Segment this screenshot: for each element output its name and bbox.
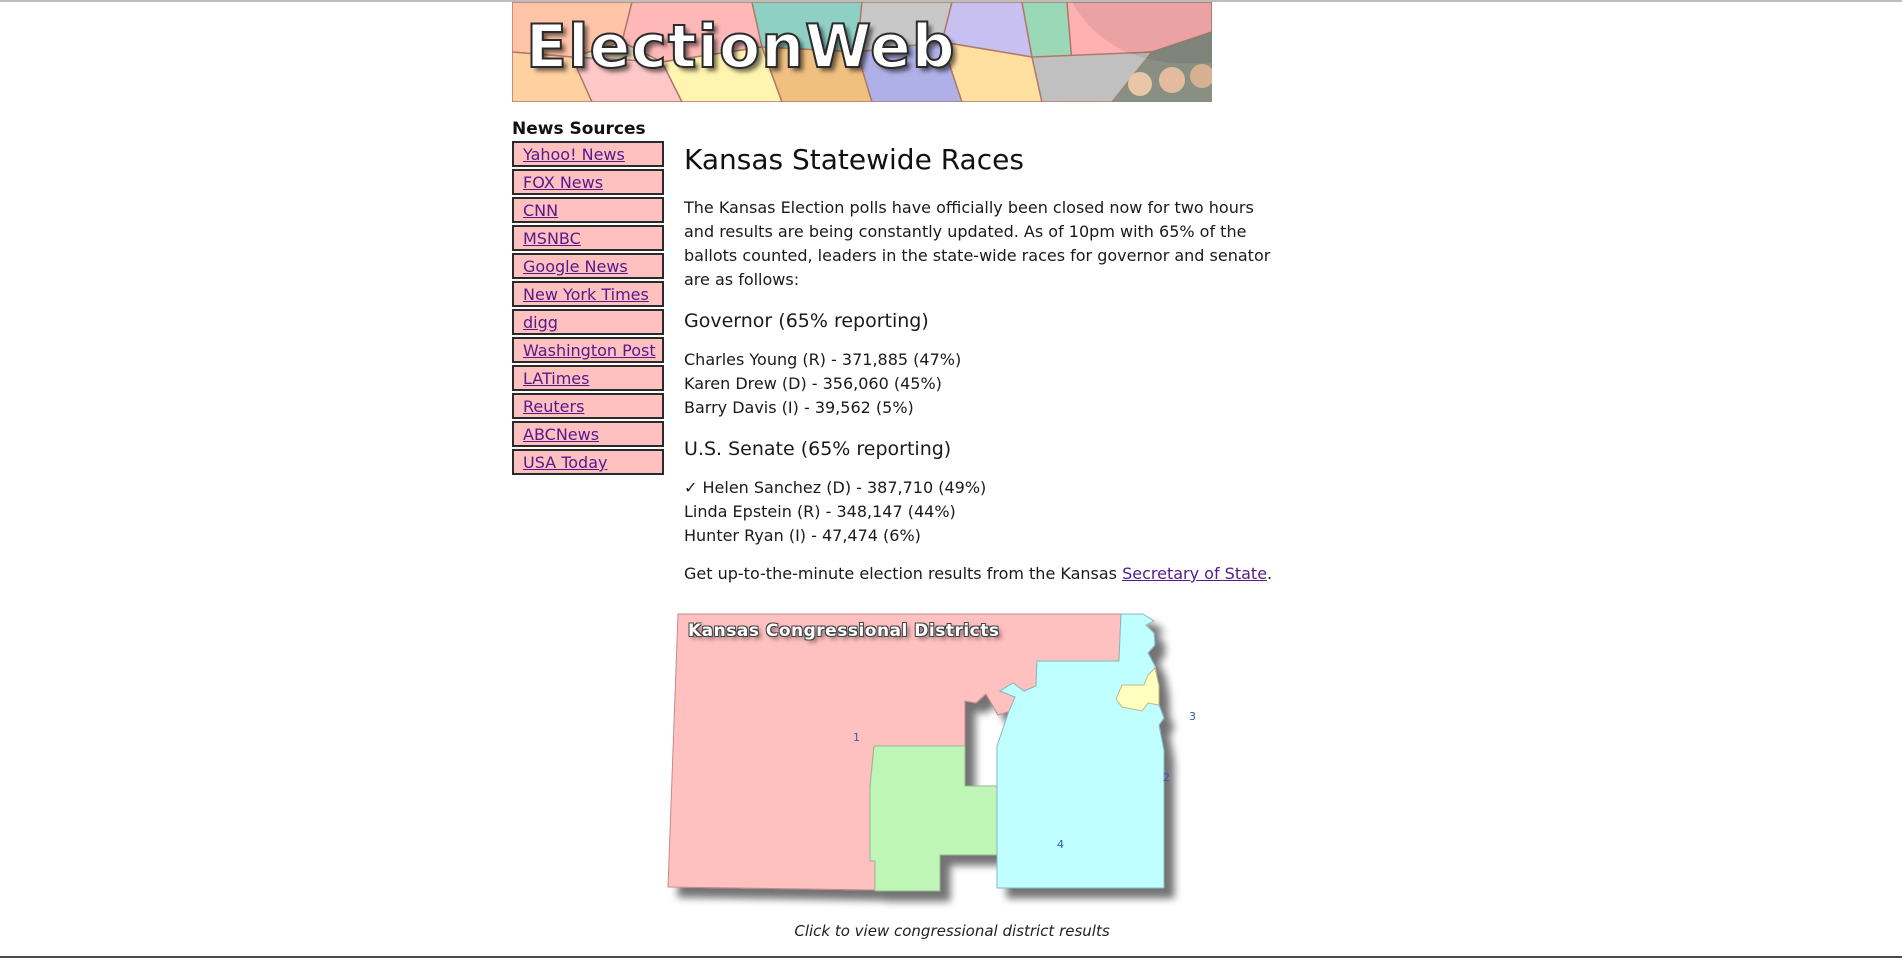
map-title: Kansas Congressional Districts bbox=[688, 621, 1000, 641]
main-content: Kansas Statewide Races The Kansas Electi… bbox=[684, 140, 1304, 586]
news-link-abcnews[interactable]: ABCNews bbox=[523, 425, 599, 444]
news-source-item: CNN bbox=[512, 197, 664, 223]
news-source-item: LATimes bbox=[512, 365, 664, 391]
news-sources-list: Yahoo! News FOX News CNN MSNBC Google Ne… bbox=[512, 141, 665, 475]
site-logo-text: ElectionWeb bbox=[525, 11, 956, 83]
governor-race-title: Governor (65% reporting) bbox=[684, 310, 929, 332]
site-banner[interactable]: ElectionWeb bbox=[512, 2, 1212, 102]
news-link-latimes[interactable]: LATimes bbox=[523, 369, 589, 388]
footer-note-prefix: Get up-to-the-minute election results fr… bbox=[684, 564, 1123, 583]
candidate-result: Barry Davis (I) - 39,562 (5%) bbox=[684, 398, 914, 417]
candidate-result: Hunter Ryan (I) - 47,474 (6%) bbox=[684, 526, 921, 545]
news-link-google[interactable]: Google News bbox=[523, 257, 628, 276]
map-caption: Click to view congressional district res… bbox=[794, 922, 1110, 940]
congressional-districts-map[interactable]: Kansas Congressional Districts 1 2 3 4 bbox=[664, 611, 1244, 911]
news-source-item: USA Today bbox=[512, 449, 664, 475]
news-link-usa-today[interactable]: USA Today bbox=[523, 453, 607, 472]
news-source-item: Google News bbox=[512, 253, 664, 279]
news-link-reuters[interactable]: Reuters bbox=[523, 397, 584, 416]
news-source-item: New York Times bbox=[512, 281, 664, 307]
news-source-item: Washington Post bbox=[512, 337, 664, 363]
news-link-msnbc[interactable]: MSNBC bbox=[523, 229, 581, 248]
district-1-label[interactable]: 1 bbox=[853, 731, 860, 744]
candidate-result: ✓ Helen Sanchez (D) - 387,710 (49%) bbox=[684, 478, 987, 497]
news-link-washington-post[interactable]: Washington Post bbox=[523, 341, 656, 360]
district-3-label[interactable]: 3 bbox=[1189, 710, 1196, 723]
candidate-result: Karen Drew (D) - 356,060 (45%) bbox=[684, 374, 942, 393]
news-link-fox[interactable]: FOX News bbox=[523, 173, 603, 192]
news-source-item: MSNBC bbox=[512, 225, 664, 251]
candidate-result: Linda Epstein (R) - 348,147 (44%) bbox=[684, 502, 956, 521]
news-sources-heading: News Sources bbox=[512, 119, 646, 139]
district-2-label[interactable]: 2 bbox=[1163, 771, 1170, 784]
candidate-result: Charles Young (R) - 371,885 (47%) bbox=[684, 350, 962, 369]
news-source-item: Yahoo! News bbox=[512, 141, 664, 167]
governor-results: Charles Young (R) - 371,885 (47%) Karen … bbox=[684, 348, 1304, 420]
news-source-item: digg bbox=[512, 309, 664, 335]
news-sources-sidebar: News Sources Yahoo! News FOX News CNN MS… bbox=[512, 118, 665, 477]
senate-results: ✓ Helen Sanchez (D) - 387,710 (49%) Lind… bbox=[684, 476, 1304, 548]
governor-race: Governor (65% reporting) Charles Young (… bbox=[684, 306, 1304, 420]
secretary-of-state-link[interactable]: Secretary of State bbox=[1122, 564, 1267, 583]
news-source-item: ABCNews bbox=[512, 421, 664, 447]
kansas-districts-map-graphic bbox=[667, 613, 1165, 892]
news-link-cnn[interactable]: CNN bbox=[523, 201, 558, 220]
district-4-label[interactable]: 4 bbox=[1057, 838, 1064, 851]
secretary-of-state-note: Get up-to-the-minute election results fr… bbox=[684, 562, 1304, 586]
news-link-yahoo[interactable]: Yahoo! News bbox=[523, 145, 625, 164]
page: ElectionWeb News Sources Yahoo! News FOX… bbox=[0, 0, 1902, 958]
news-link-nytimes[interactable]: New York Times bbox=[523, 285, 649, 304]
news-source-item: FOX News bbox=[512, 169, 664, 195]
news-source-item: Reuters bbox=[512, 393, 664, 419]
senate-race: U.S. Senate (65% reporting) ✓ Helen Sanc… bbox=[684, 434, 1304, 548]
footer-note-suffix: . bbox=[1267, 564, 1273, 583]
intro-paragraph: The Kansas Election polls have officiall… bbox=[684, 198, 1271, 289]
news-link-digg[interactable]: digg bbox=[523, 313, 558, 332]
page-title: Kansas Statewide Races bbox=[684, 143, 1024, 176]
senate-race-title: U.S. Senate (65% reporting) bbox=[684, 438, 952, 460]
